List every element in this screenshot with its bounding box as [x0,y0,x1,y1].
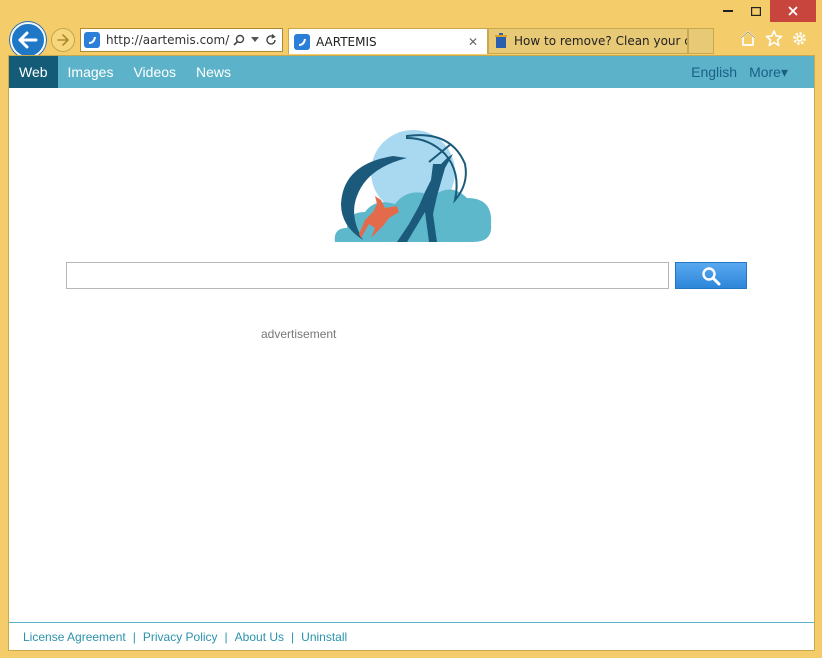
language-selector[interactable]: English [685,56,743,88]
about-us-link[interactable]: About Us [235,630,284,644]
nav-item-videos[interactable]: Videos [123,56,186,88]
aartemis-logo [334,130,492,242]
site-nav-bar: Web Images Videos News English More▾ [9,56,814,88]
minimize-button[interactable] [714,0,742,22]
page-content: Web Images Videos News English More▾ adv… [8,55,815,651]
refresh-icon[interactable] [265,34,277,46]
footer-separator: | [224,630,228,644]
tab-how-to-remove[interactable]: How to remove? Clean your co... [488,28,688,54]
close-button[interactable] [770,0,816,22]
maximize-button[interactable] [742,0,770,22]
page-footer: License Agreement | Privacy Policy | Abo… [9,622,814,651]
home-icon[interactable] [739,30,757,46]
trash-icon [494,33,508,49]
search-input[interactable] [66,262,669,289]
address-url[interactable]: http://aartemis.com/ [106,33,233,47]
tab-aartemis[interactable]: AARTEMIS ✕ [288,28,488,54]
search-button[interactable] [675,262,747,289]
advertisement-label: advertisement [261,327,337,341]
maximize-icon [751,6,761,16]
back-button[interactable] [10,22,46,58]
window-controls [714,0,816,22]
gear-icon[interactable] [791,30,808,47]
search-icon[interactable] [233,34,245,46]
license-agreement-link[interactable]: License Agreement [23,630,126,644]
footer-separator: | [291,630,295,644]
uninstall-link[interactable]: Uninstall [301,630,347,644]
address-tools [233,34,282,46]
close-icon [788,6,798,16]
nav-right-group: English More▾ [685,56,814,88]
new-tab-button[interactable] [688,28,714,54]
forward-button[interactable] [51,28,75,52]
browser-window: http://aartemis.com/ AARTEMIS ✕ How to r… [0,0,822,658]
tab-close-icon[interactable]: ✕ [465,35,481,49]
privacy-policy-link[interactable]: Privacy Policy [143,630,218,644]
back-arrow-icon [18,31,38,49]
minimize-icon [723,10,733,12]
tab-favicon-icon [294,33,310,50]
nav-item-images[interactable]: Images [58,56,124,88]
dropdown-arrow-icon[interactable] [251,37,259,43]
site-favicon-icon [84,32,100,48]
nav-item-news[interactable]: News [186,56,241,88]
tab-title: How to remove? Clean your co... [514,34,687,48]
forward-arrow-icon [57,34,69,46]
tab-title: AARTEMIS [316,34,377,49]
nav-item-web[interactable]: Web [9,56,58,88]
footer-separator: | [132,630,136,644]
browser-toolbar [739,30,808,47]
star-icon[interactable] [765,30,783,47]
address-bar[interactable]: http://aartemis.com/ [80,28,283,52]
search-icon [702,266,721,285]
more-menu[interactable]: More▾ [743,56,814,88]
